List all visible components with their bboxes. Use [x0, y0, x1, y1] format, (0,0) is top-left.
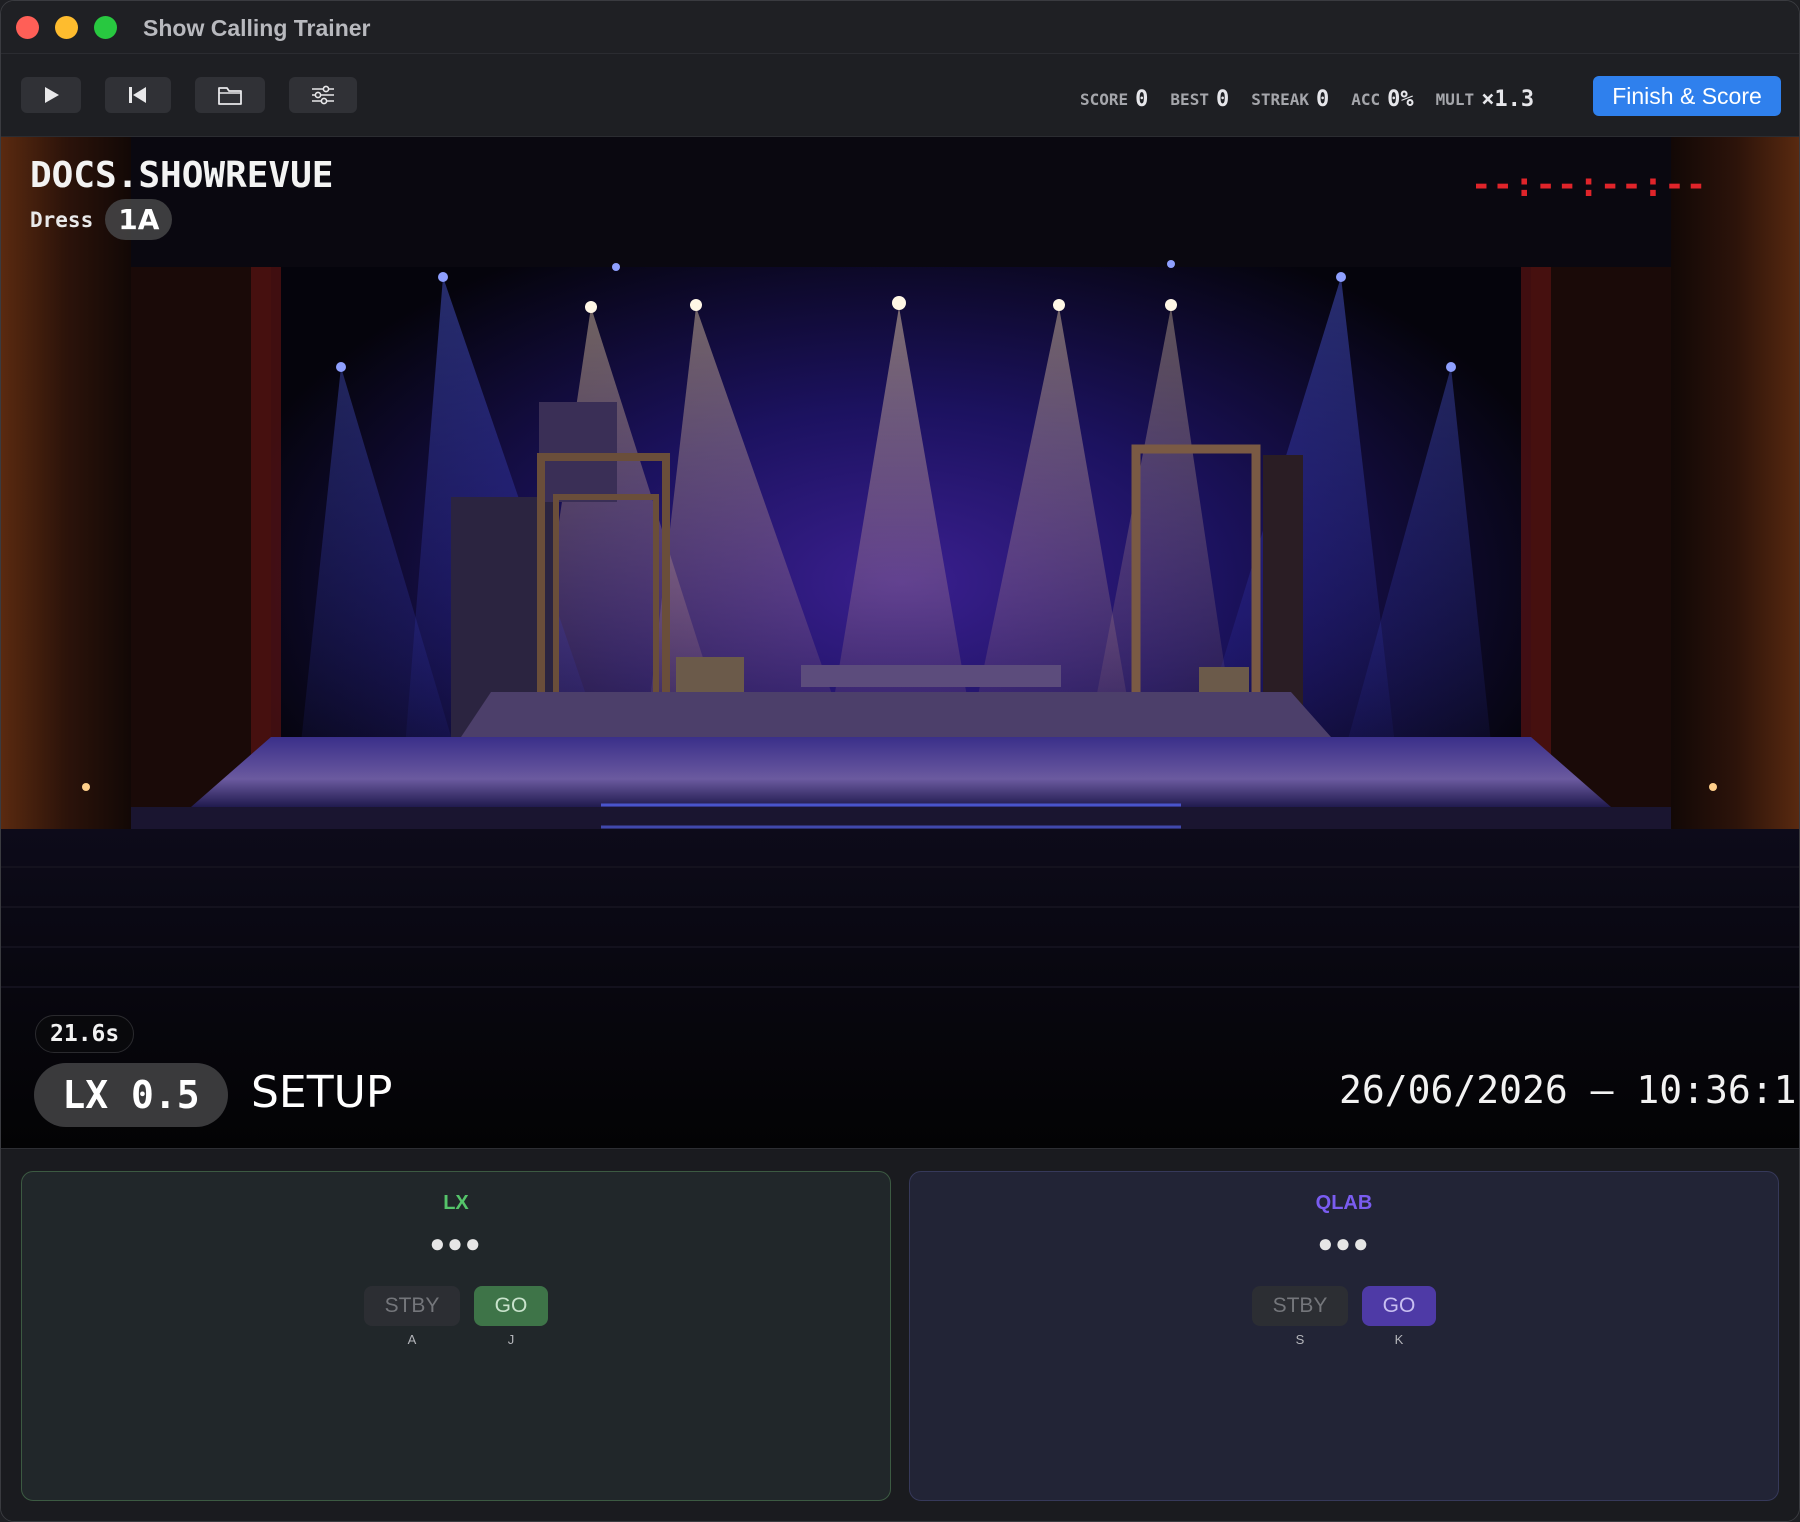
go-group: GO K — [1362, 1286, 1436, 1347]
skip-back-icon — [129, 87, 146, 103]
status-dots: ●●● — [1317, 1228, 1371, 1258]
lx-panel: LX ●●● STBY A GO J — [21, 1171, 891, 1501]
panel-title: QLAB — [1315, 1192, 1373, 1214]
standby-group: STBY S — [1252, 1286, 1348, 1347]
standby-group: STBY A — [364, 1286, 460, 1347]
phase-label: Dress — [30, 207, 94, 232]
stage-image — [1, 137, 1799, 1148]
best-label: BEST — [1170, 89, 1209, 109]
elapsed-time: 21.6s — [35, 1015, 135, 1053]
status-dots: ●●● — [429, 1228, 483, 1258]
score-label: SCORE — [1080, 89, 1129, 109]
cue-description: SETUP — [251, 1067, 393, 1118]
scene-badge: 1A — [105, 199, 173, 240]
multiplier-value: ×1.3 — [1481, 86, 1535, 112]
window-title: Show Calling Trainer — [143, 15, 371, 41]
cue-panels: LX ●●● STBY A GO J QLAB ●●● STBY S GO K — [1, 1148, 1799, 1521]
app-window: Show Calling Trainer SCORE 0 BEST 0 STRE… — [0, 0, 1800, 1522]
show-name: DOCS.SHOWREVUE — [30, 155, 334, 196]
play-icon — [45, 87, 59, 103]
settings-button[interactable] — [289, 77, 357, 113]
qlab-panel: QLAB ●●● STBY S GO K — [909, 1171, 1779, 1501]
rewind-button[interactable] — [105, 77, 171, 113]
accuracy-label: ACC — [1351, 89, 1381, 109]
play-button[interactable] — [21, 77, 81, 113]
accuracy-value: 0% — [1387, 86, 1414, 112]
cue-buttons: STBY A GO J — [22, 1286, 890, 1347]
title-bar: Show Calling Trainer — [1, 1, 1799, 54]
best-value: 0 — [1215, 86, 1230, 112]
go-button[interactable]: GO — [474, 1286, 548, 1326]
rehearsal-phase: Dress 1A — [30, 199, 173, 240]
zoom-window-button[interactable] — [94, 16, 117, 39]
streak-value: 0 — [1316, 86, 1330, 112]
current-cue-badge: LX 0.5 — [34, 1063, 228, 1127]
streak-label: STREAK — [1251, 89, 1309, 109]
go-button[interactable]: GO — [1362, 1286, 1436, 1326]
open-file-button[interactable] — [195, 77, 265, 113]
cue-buttons: STBY S GO K — [910, 1286, 1778, 1347]
multiplier-label: MULT — [1435, 89, 1475, 109]
toolbar: SCORE 0 BEST 0 STREAK 0 ACC 0% MULT ×1.3… — [1, 54, 1799, 137]
go-group: GO J — [474, 1286, 548, 1347]
keyboard-hint: S — [1295, 1332, 1305, 1347]
panel-title: LX — [443, 1192, 469, 1214]
keyboard-hint: J — [507, 1332, 515, 1347]
standby-button[interactable]: STBY — [1252, 1286, 1348, 1326]
stats-bar: SCORE 0 BEST 0 STREAK 0 ACC 0% MULT ×1.3 — [1080, 84, 1556, 114]
keyboard-hint: A — [407, 1332, 417, 1347]
minimize-window-button[interactable] — [55, 16, 78, 39]
keyboard-hint: K — [1394, 1332, 1404, 1347]
standby-button[interactable]: STBY — [364, 1286, 460, 1326]
close-window-button[interactable] — [16, 16, 39, 39]
folder-icon — [218, 87, 242, 105]
timecode-display: --:--:--:-- — [1471, 165, 1708, 205]
finish-and-score-button[interactable]: Finish & Score — [1593, 76, 1781, 116]
score-value: 0 — [1135, 86, 1149, 112]
stage-view: DOCS.SHOWREVUE Dress 1A --:--:--:-- 21.6… — [1, 137, 1800, 1148]
date-time-readout: 26/06/2026 – 10:36:17 — [1339, 1068, 1800, 1112]
sliders-icon — [312, 85, 334, 105]
